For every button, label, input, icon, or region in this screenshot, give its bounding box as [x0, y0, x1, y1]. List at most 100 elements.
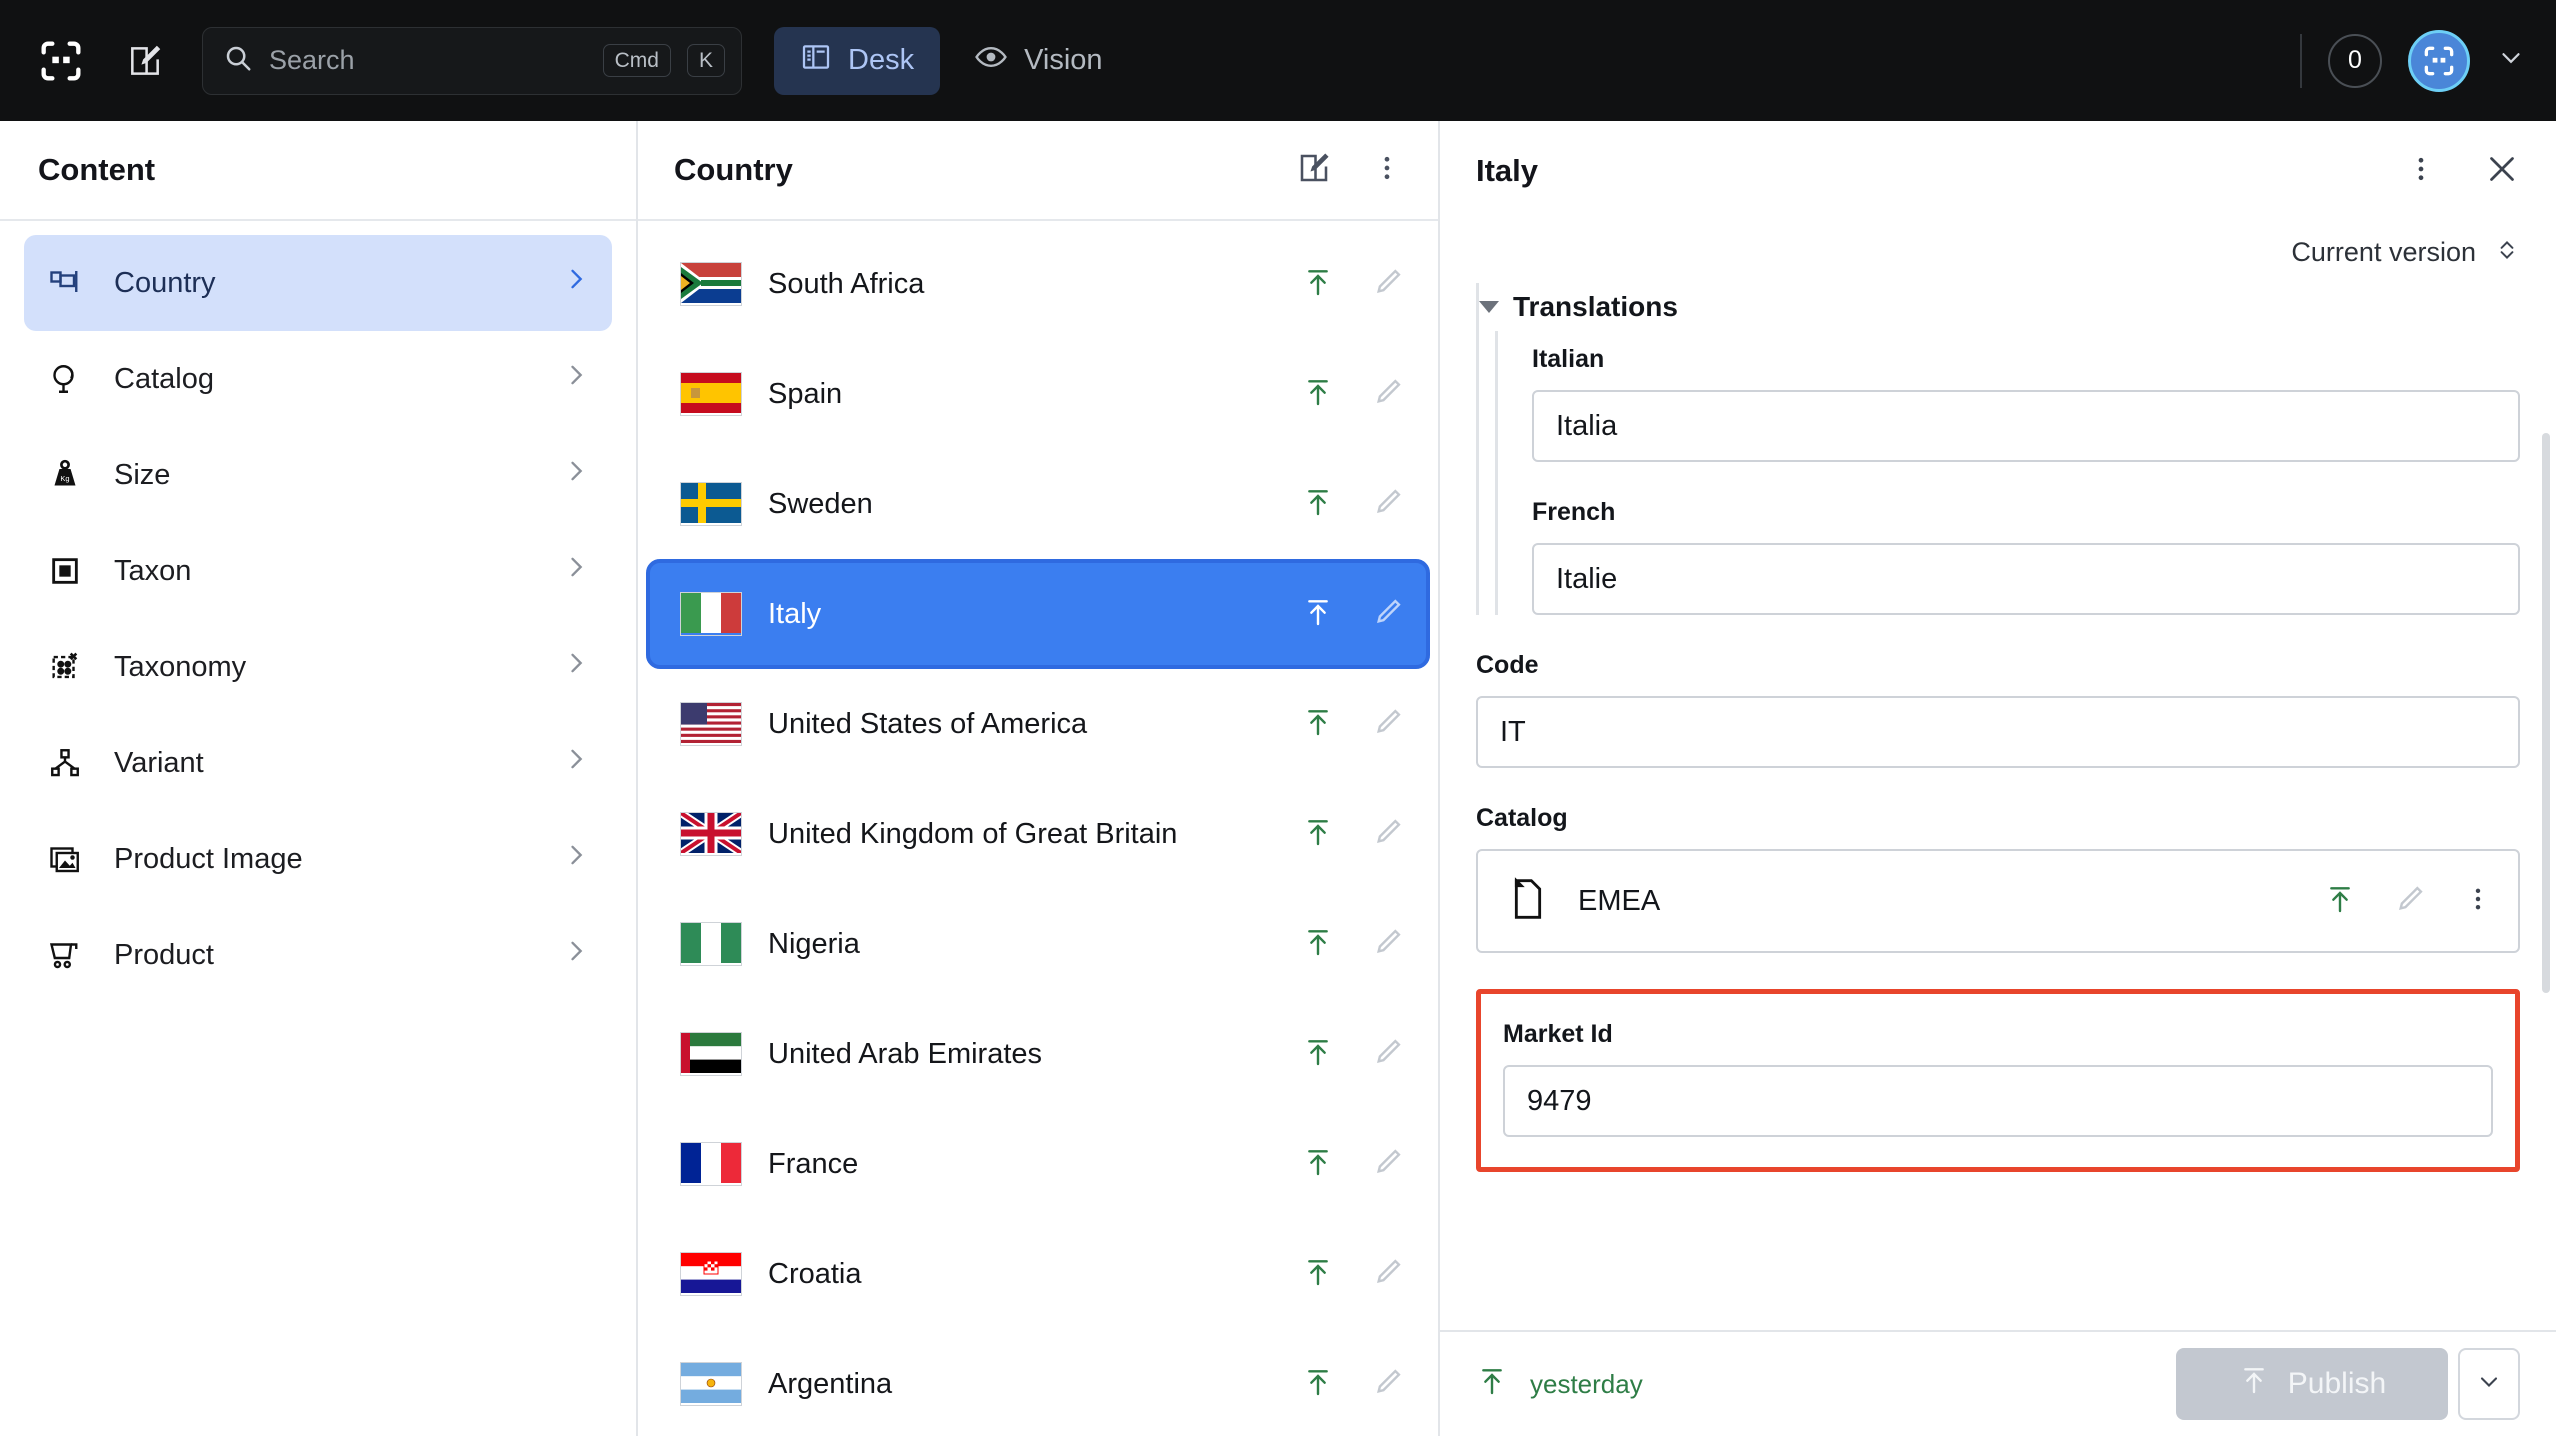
field-label: Italian — [1532, 345, 1605, 373]
publish-arrow-icon[interactable] — [1302, 816, 1334, 853]
publish-arrow-icon[interactable] — [1302, 706, 1334, 743]
publish-arrow-icon[interactable] — [1302, 926, 1334, 963]
publish-arrow-icon[interactable] — [1302, 1366, 1334, 1403]
flag-icon — [46, 264, 84, 302]
publish-arrow-icon[interactable] — [1302, 1036, 1334, 1073]
sidebar-item-taxon[interactable]: Taxon — [24, 523, 612, 619]
top-bar: Search Cmd K Desk Vision 0 — [0, 0, 2556, 121]
sidebar-item-size[interactable]: Kg Size — [24, 427, 612, 523]
content-sidebar: Content Country Catalog Kg Size Taxon Ta… — [0, 121, 638, 1436]
publish-arrow-icon[interactable] — [1302, 1256, 1334, 1293]
publish-arrow-icon — [2238, 1364, 2270, 1404]
avatar[interactable] — [2408, 29, 2470, 92]
publish-arrow-icon[interactable] — [1302, 1146, 1334, 1183]
country-row[interactable]: Nigeria — [646, 889, 1430, 999]
close-icon[interactable] — [2484, 151, 2520, 192]
country-row[interactable]: Sweden — [646, 449, 1430, 559]
compose-icon[interactable] — [114, 30, 176, 92]
more-vertical-icon[interactable] — [2464, 885, 2492, 918]
publish-dropdown-button[interactable] — [2458, 1348, 2520, 1420]
sidebar-item-label: Size — [114, 458, 171, 491]
search-kbd-key: K — [686, 44, 725, 77]
market-id-input[interactable]: 9479 — [1503, 1065, 2493, 1137]
pencil-icon[interactable] — [1372, 1366, 1404, 1403]
country-row-label: United States of America — [768, 707, 1088, 740]
workspace: Content Country Catalog Kg Size Taxon Ta… — [0, 121, 2556, 1436]
sidebar-item-product[interactable]: Product — [24, 907, 612, 1003]
country-row[interactable]: United States of America — [646, 669, 1430, 779]
document-form: Translations Italian Italia French Itali… — [1440, 283, 2556, 1330]
search-kbd-mod: Cmd — [602, 44, 671, 77]
pencil-icon[interactable] — [2394, 883, 2426, 920]
footer-actions: Publish — [2176, 1348, 2520, 1420]
country-row[interactable]: United Arab Emirates — [646, 999, 1430, 1109]
field-label: Catalog — [1476, 804, 1568, 832]
globe-icon — [46, 360, 84, 398]
country-row-label: United Kingdom of Great Britain — [768, 817, 1178, 850]
scrollbar[interactable] — [2542, 433, 2550, 993]
version-selector[interactable]: Current version — [1440, 221, 2556, 283]
pencil-icon[interactable] — [1372, 1036, 1404, 1073]
sidebar-header: Content — [0, 121, 636, 221]
french-input[interactable]: Italie — [1532, 543, 2520, 615]
pencil-icon[interactable] — [1372, 706, 1404, 743]
pencil-icon[interactable] — [1372, 376, 1404, 413]
pencil-icon[interactable] — [1372, 596, 1404, 633]
pencil-icon[interactable] — [1372, 486, 1404, 523]
tab-desk[interactable]: Desk — [774, 26, 941, 95]
catalog-reference-actions — [2324, 883, 2492, 920]
publish-arrow-icon[interactable] — [1302, 486, 1334, 523]
caret-down-icon — [1479, 301, 1499, 313]
country-row-label: Croatia — [768, 1257, 862, 1290]
notification-count[interactable]: 0 — [2328, 33, 2382, 88]
document-header: Italy — [1440, 121, 2556, 221]
publish-button[interactable]: Publish — [2176, 1348, 2448, 1420]
pencil-icon[interactable] — [1372, 816, 1404, 853]
sidebar-item-taxonomy[interactable]: Taxonomy — [24, 619, 612, 715]
country-row[interactable]: United Kingdom of Great Britain — [646, 779, 1430, 889]
publish-arrow-icon[interactable] — [1302, 266, 1334, 303]
field-market-id: Market Id 9479 — [1503, 1020, 2493, 1137]
studio-logo-icon[interactable] — [30, 30, 92, 92]
sidebar-item-product-image[interactable]: Product Image — [24, 811, 612, 907]
sidebar-item-label: Variant — [114, 746, 204, 779]
flag-icon-gb — [680, 812, 742, 856]
country-row-selected[interactable]: Italy — [646, 559, 1430, 669]
sidebar-item-label: Product — [114, 938, 214, 971]
translations-group-header[interactable]: Translations — [1479, 283, 2520, 331]
country-row[interactable]: France — [646, 1109, 1430, 1219]
flag-icon-it — [680, 592, 742, 636]
sidebar-item-variant[interactable]: Variant — [24, 715, 612, 811]
country-row[interactable]: Argentina — [646, 1329, 1430, 1436]
more-vertical-icon[interactable] — [1372, 153, 1402, 188]
publish-arrow-icon[interactable] — [1302, 376, 1334, 413]
publish-arrow-icon[interactable] — [1302, 596, 1334, 633]
italian-input[interactable]: Italia — [1532, 390, 2520, 462]
publish-arrow-icon[interactable] — [2324, 883, 2356, 920]
search-input[interactable]: Search Cmd K — [202, 26, 742, 95]
pencil-icon[interactable] — [1372, 926, 1404, 963]
field-label: Code — [1476, 651, 1539, 679]
code-input[interactable]: IT — [1476, 696, 2520, 768]
tab-vision[interactable]: Vision — [948, 27, 1128, 95]
document-footer: yesterday Publish — [1440, 1330, 2556, 1436]
country-row[interactable]: South Africa — [646, 229, 1430, 339]
country-row-label: United Arab Emirates — [768, 1037, 1043, 1070]
compose-icon[interactable] — [1296, 150, 1332, 191]
translations-group-body: Italian Italia French Italie — [1495, 331, 2520, 615]
sidebar-item-country[interactable]: Country — [24, 235, 612, 331]
sidebar-item-catalog[interactable]: Catalog — [24, 331, 612, 427]
image-icon — [46, 840, 84, 878]
field-italian: Italian Italia — [1532, 345, 2520, 462]
more-vertical-icon[interactable] — [2406, 154, 2436, 189]
flag-icon-ae — [680, 1032, 742, 1076]
account-chevron-down-icon[interactable] — [2496, 43, 2526, 78]
pencil-icon[interactable] — [1372, 1256, 1404, 1293]
country-row[interactable]: Croatia — [646, 1219, 1430, 1329]
pencil-icon[interactable] — [1372, 1146, 1404, 1183]
pencil-icon[interactable] — [1372, 266, 1404, 303]
catalog-reference-card[interactable]: EMEA — [1476, 849, 2520, 953]
country-row[interactable]: Spain — [646, 339, 1430, 449]
country-list[interactable]: South Africa Spain Sweden Italy United State… — [638, 221, 1438, 1436]
square-dot-icon — [46, 552, 84, 590]
